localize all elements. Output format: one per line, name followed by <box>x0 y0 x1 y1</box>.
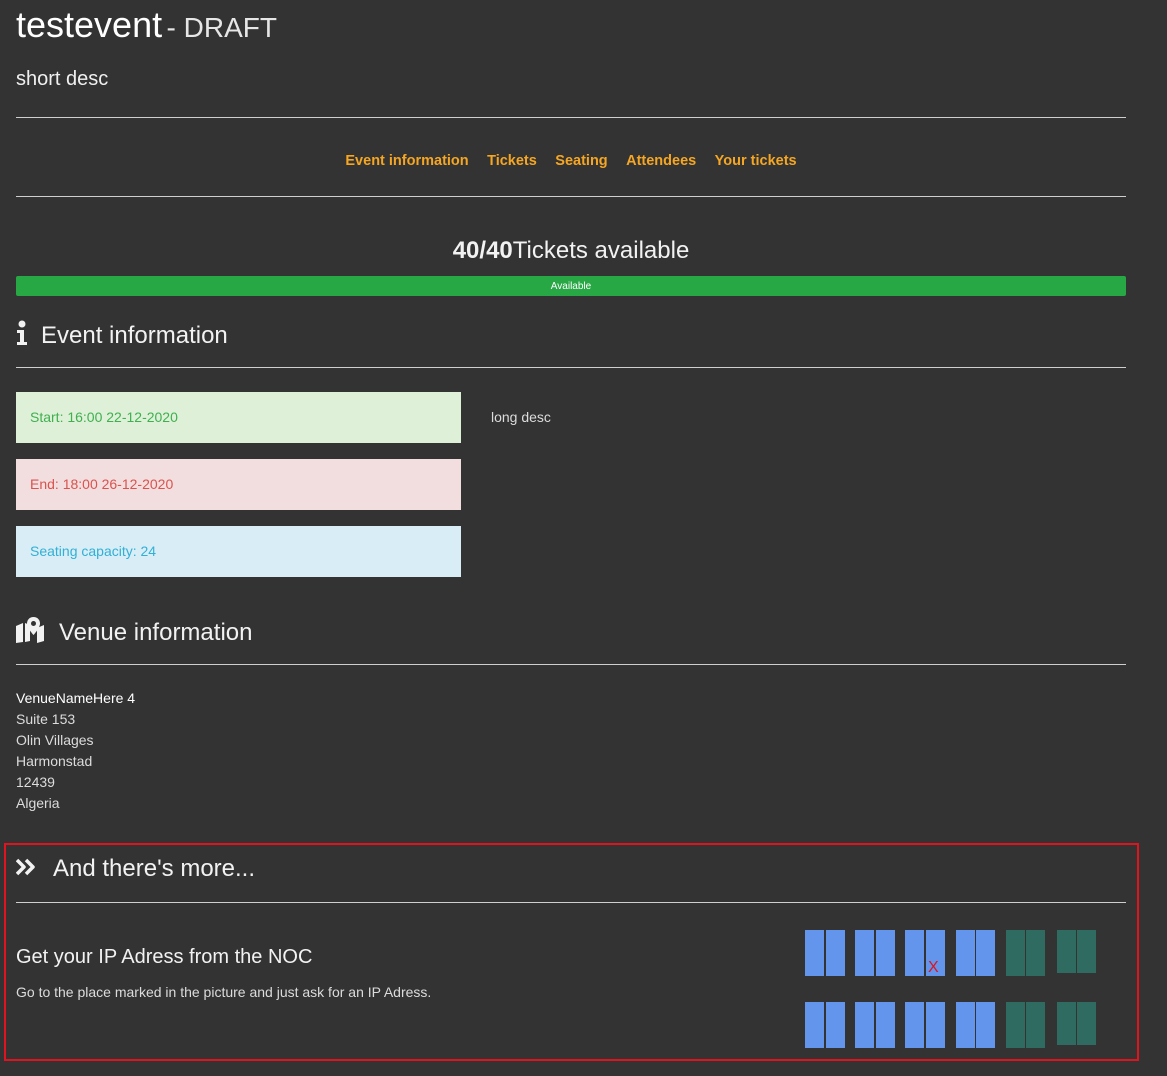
seat <box>1026 1002 1045 1048</box>
progress-label: Available <box>550 281 592 292</box>
nav-your-tickets[interactable]: Your tickets <box>715 153 797 169</box>
seat <box>1077 930 1096 973</box>
venue-address: VenueNameHere 4 Suite 153 Olin Villages … <box>16 688 135 814</box>
start-time-box: Start: 16:00 22-12-2020 <box>16 392 461 443</box>
seating-map: X <box>805 930 1100 1055</box>
seat <box>905 1002 924 1048</box>
tickets-available: 40/40Tickets available <box>16 237 1126 265</box>
venue-info-heading: Venue information <box>16 617 252 648</box>
seat <box>926 1002 945 1048</box>
seat <box>805 930 824 976</box>
short-description: short desc <box>16 68 109 90</box>
event-info-heading: Event information <box>16 320 228 351</box>
draft-status: - DRAFT <box>166 12 277 43</box>
venue-line: Suite 153 <box>16 711 76 727</box>
venue-line: 12439 <box>16 774 55 790</box>
seat <box>805 1002 824 1048</box>
seat <box>1057 930 1076 973</box>
seat <box>1006 930 1025 976</box>
venue-line: Harmonstad <box>16 753 93 769</box>
seat <box>855 930 874 976</box>
divider <box>16 664 1126 665</box>
divider <box>16 196 1126 197</box>
seat <box>1026 930 1045 976</box>
tickets-progress-bar: Available <box>16 276 1126 296</box>
seat <box>876 930 895 976</box>
seating-capacity-box: Seating capacity: 24 <box>16 526 461 577</box>
seat <box>956 930 975 976</box>
seat <box>855 1002 874 1048</box>
event-nav: Event information Tickets Seating Attend… <box>16 152 1126 170</box>
divider <box>16 367 1126 368</box>
seat <box>976 1002 995 1048</box>
end-time-box: End: 18:00 26-12-2020 <box>16 459 461 510</box>
noc-location-marker: X <box>928 959 939 976</box>
venue-line: Algeria <box>16 795 60 811</box>
venue-name: VenueNameHere 4 <box>16 690 136 706</box>
seat <box>956 1002 975 1048</box>
event-info-title: Event information <box>41 321 228 349</box>
event-title: testevent <box>16 4 163 45</box>
seat <box>1006 1002 1025 1048</box>
venue-info-title: Venue information <box>59 618 253 646</box>
event-title-row: testevent - DRAFT <box>16 4 277 46</box>
seat <box>876 1002 895 1048</box>
seat <box>826 930 845 976</box>
seat <box>826 1002 845 1048</box>
nav-tickets[interactable]: Tickets <box>487 153 537 169</box>
tickets-label: Tickets available <box>512 237 690 264</box>
seat <box>1057 1002 1076 1045</box>
seat <box>905 930 924 976</box>
venue-line: Olin Villages <box>16 732 94 748</box>
seat <box>976 930 995 976</box>
nav-attendees[interactable]: Attendees <box>626 153 696 169</box>
long-description: long desc <box>491 409 551 425</box>
nav-event-information[interactable]: Event information <box>345 153 468 169</box>
divider <box>16 117 1126 118</box>
nav-seating[interactable]: Seating <box>555 153 607 169</box>
tickets-count: 40/40 <box>452 237 513 264</box>
info-icon <box>16 320 41 351</box>
seat <box>1077 1002 1096 1045</box>
map-marker-icon <box>16 617 59 648</box>
